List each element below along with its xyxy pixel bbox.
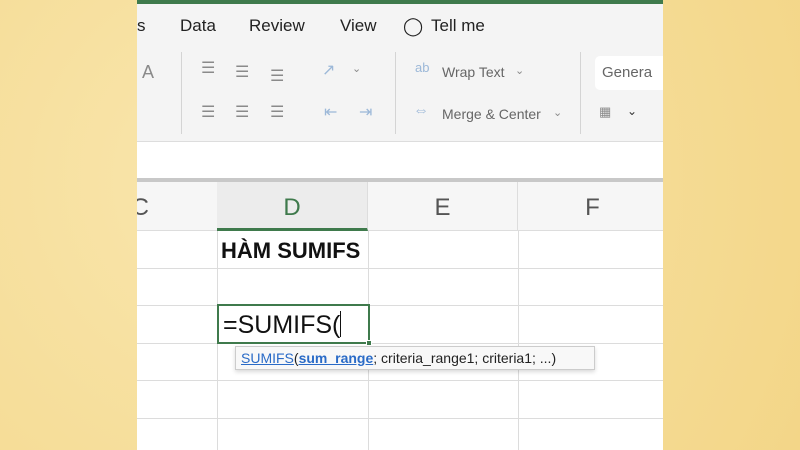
cell-input[interactable]: =SUMIFS( — [223, 311, 340, 339]
column-header-f[interactable]: F — [518, 182, 663, 231]
wrap-text-button[interactable]: Wrap Text — [442, 64, 505, 80]
chevron-down-icon[interactable]: ⌄ — [627, 104, 637, 118]
column-header-c[interactable]: C — [137, 182, 218, 231]
tooltip-args: ; criteria_range1; criteria1; ...) — [373, 350, 557, 366]
chevron-down-icon[interactable]: ⌄ — [553, 106, 562, 119]
lightbulb-icon[interactable]: ◯ — [403, 16, 423, 37]
tooltip-arg-current[interactable]: sum_range — [299, 350, 374, 366]
column-header-e[interactable]: E — [368, 182, 518, 231]
divider — [395, 52, 396, 134]
align-center-icon[interactable]: ☰ — [235, 102, 249, 122]
cell-d1[interactable]: HÀM SUMIFS — [221, 238, 360, 264]
tab-formulas[interactable]: s — [137, 16, 146, 36]
function-link[interactable]: SUMIFS — [241, 350, 294, 366]
align-middle-icon[interactable]: ☰ — [235, 62, 249, 82]
chevron-down-icon[interactable]: ⌄ — [352, 62, 361, 75]
divider — [181, 52, 182, 134]
decrease-font-icon[interactable]: A — [142, 62, 154, 83]
align-top-icon[interactable]: ☰ — [201, 58, 215, 78]
merge-center-button[interactable]: Merge & Center — [442, 106, 541, 122]
decrease-indent-icon[interactable]: ⇤ — [324, 102, 337, 122]
column-line — [518, 231, 519, 450]
wrap-text-icon: ab — [415, 60, 430, 75]
excel-window: s Data Review View ◯ Tell me A ☰ ☰ ☰ ↗ ⌄… — [137, 0, 663, 450]
divider — [580, 52, 581, 134]
chevron-down-icon[interactable]: ⌄ — [515, 64, 524, 77]
align-right-icon[interactable]: ☰ — [270, 102, 284, 122]
row-line — [137, 343, 663, 344]
align-bottom-icon[interactable]: ☰ — [270, 66, 284, 86]
row-line — [137, 418, 663, 419]
conditional-format-icon[interactable]: ▦ — [599, 104, 611, 120]
tab-data[interactable]: Data — [180, 16, 216, 36]
text-caret — [340, 311, 342, 337]
column-header-d[interactable]: D — [217, 182, 368, 231]
row-line — [137, 380, 663, 381]
row-line — [137, 305, 663, 306]
tab-review[interactable]: Review — [249, 16, 305, 36]
increase-indent-icon[interactable]: ⇥ — [359, 102, 372, 122]
merge-center-icon: ⇔ — [413, 102, 429, 119]
tab-tell-me[interactable]: Tell me — [431, 16, 485, 36]
active-cell-d3[interactable]: =SUMIFS( — [217, 304, 372, 346]
formula-bar[interactable] — [137, 142, 663, 180]
orientation-icon[interactable]: ↗ — [322, 60, 335, 80]
function-tooltip: SUMIFS(sum_range; criteria_range1; crite… — [235, 346, 595, 370]
number-format-select[interactable]: Genera — [595, 56, 663, 90]
tab-view[interactable]: View — [340, 16, 377, 36]
ribbon: s Data Review View ◯ Tell me A ☰ ☰ ☰ ↗ ⌄… — [137, 4, 663, 142]
align-left-icon[interactable]: ☰ — [201, 102, 215, 122]
row-line — [137, 268, 663, 269]
